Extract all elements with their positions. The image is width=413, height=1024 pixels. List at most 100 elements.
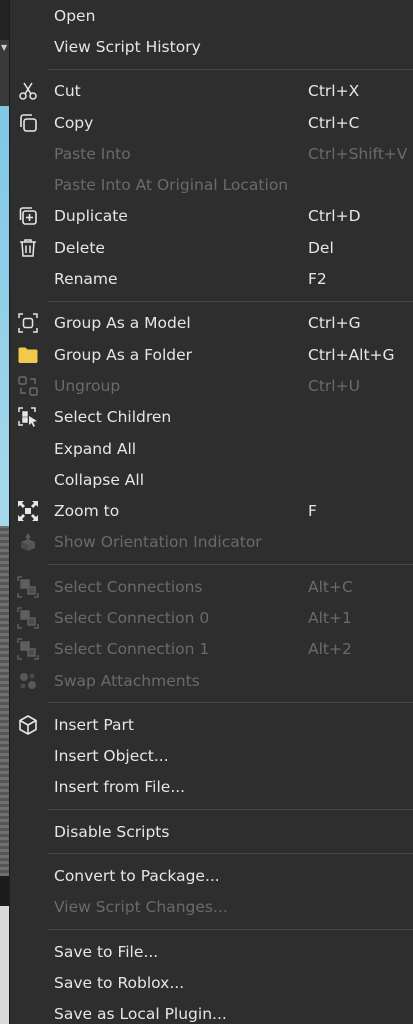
menu-item-paste-into[interactable]: Paste Into Ctrl+Shift+V [10,138,413,169]
menu-item-duplicate[interactable]: Duplicate Ctrl+D [10,201,413,232]
menu-item-select-connection-0[interactable]: Select Connection 0 Alt+1 [10,602,413,633]
menu-item-label: Duplicate [54,207,128,226]
duplicate-icon [17,205,39,227]
menu-item-shortcut: F [308,502,317,521]
menu-item-shortcut: Ctrl+X [308,82,360,101]
menu-item-open[interactable]: Open [10,0,413,31]
menu-item-label: Group As a Model [54,314,191,333]
menu-item-label: Swap Attachments [54,671,200,690]
menu-item-label: Group As a Folder [54,345,193,364]
background-toolbar [0,0,9,40]
menu-item-convert-to-package[interactable]: Convert to Package... [10,860,413,891]
menu-item-paste-into-original-location[interactable]: Paste Into At Original Location [10,169,413,200]
connections-icon [17,607,39,629]
menu-item-cut[interactable]: Cut Ctrl+X [10,76,413,107]
menu-item-view-script-history[interactable]: View Script History [10,31,413,62]
menu-item-label: Cut [54,82,81,101]
background-app-strip: ▼ [0,0,10,1024]
menu-separator [10,63,413,76]
menu-item-copy[interactable]: Copy Ctrl+C [10,107,413,138]
menu-item-select-connections[interactable]: Select Connections Alt+C [10,571,413,602]
chevron-down-icon: ▼ [1,43,8,52]
menu-item-expand-all[interactable]: Expand All [10,433,413,464]
menu-item-rename[interactable]: Rename F2 [10,263,413,294]
ungroup-icon [17,375,39,397]
menu-item-zoom-to[interactable]: Zoom to F [10,495,413,526]
menu-item-shortcut: Ctrl+D [308,207,361,226]
menu-separator [10,923,413,936]
menu-item-show-orientation-indicator[interactable]: Show Orientation Indicator [10,527,413,558]
menu-item-label: Save to File... [54,942,159,961]
menu-item-select-children[interactable]: Select Children [10,402,413,433]
menu-item-shortcut: Ctrl+C [308,113,360,132]
menu-item-shortcut: Alt+2 [308,640,352,659]
menu-item-label: Paste Into [54,144,131,163]
menu-item-shortcut: Del [308,238,334,257]
menu-item-label: View Script History [54,37,201,56]
menu-item-shortcut: Ctrl+Alt+G [308,345,395,364]
menu-item-label: Show Orientation Indicator [54,533,262,552]
menu-item-label: Expand All [54,439,137,458]
menu-item-shortcut: Alt+C [308,577,353,596]
menu-item-collapse-all[interactable]: Collapse All [10,464,413,495]
menu-separator [10,847,413,860]
menu-item-shortcut: Alt+1 [308,608,352,627]
menu-separator [10,803,413,816]
viewport-baseplate [0,526,9,876]
trash-icon [17,237,39,259]
connections-icon [17,638,39,661]
background-bottom-bar [0,876,9,906]
menu-item-ungroup[interactable]: Ungroup Ctrl+U [10,370,413,401]
copy-icon [17,112,39,134]
menu-item-delete[interactable]: Delete Del [10,232,413,263]
menu-item-label: Disable Scripts [54,822,170,841]
menu-item-label: Save as Local Plugin... [54,1005,227,1024]
menu-item-label: Copy [54,113,94,132]
menu-item-label: Select Children [54,408,172,427]
menu-item-disable-scripts[interactable]: Disable Scripts [10,816,413,847]
menu-item-save-as-local-plugin[interactable]: Save as Local Plugin... [10,999,413,1024]
menu-item-insert-part[interactable]: Insert Part [10,709,413,740]
viewport-sky [0,106,9,526]
menu-item-select-connection-1[interactable]: Select Connection 1 Alt+2 [10,634,413,665]
background-bottom-panel [0,876,9,1024]
menu-item-label: Paste Into At Original Location [54,176,289,195]
menu-item-label: Select Connection 0 [54,608,210,627]
menu-item-label: Ungroup [54,376,121,395]
menu-item-label: View Script Changes... [54,898,228,917]
context-menu: Open View Script History Cut Ctrl+X Copy… [10,0,413,1024]
menu-item-shortcut: Ctrl+G [308,314,361,333]
swap-attachments-icon [17,670,39,692]
connections-icon [17,575,39,598]
menu-item-shortcut: Ctrl+U [308,376,360,395]
scissors-icon [17,80,39,102]
menu-item-label: Select Connections [54,577,203,596]
menu-item-save-to-roblox[interactable]: Save to Roblox... [10,967,413,998]
orientation-icon [17,531,39,553]
menu-item-save-to-file[interactable]: Save to File... [10,936,413,967]
menu-item-label: Insert Object... [54,747,169,766]
background-panel-tab: ▼ [0,40,9,106]
menu-item-label: Insert Part [54,715,134,734]
menu-separator [10,295,413,308]
menu-item-label: Save to Roblox... [54,973,185,992]
select-children-icon [17,406,39,428]
menu-item-label: Rename [54,270,118,289]
menu-item-label: Delete [54,238,105,257]
menu-item-view-script-changes[interactable]: View Script Changes... [10,892,413,923]
menu-item-label: Insert from File... [54,778,186,797]
zoom-to-icon [17,500,39,522]
menu-item-shortcut: F2 [308,270,327,289]
menu-item-insert-object[interactable]: Insert Object... [10,741,413,772]
menu-item-label: Collapse All [54,470,145,489]
menu-item-label: Open [54,6,96,25]
part-cube-icon [17,714,39,736]
menu-item-group-as-model[interactable]: Group As a Model Ctrl+G [10,308,413,339]
menu-item-group-as-folder[interactable]: Group As a Folder Ctrl+Alt+G [10,339,413,370]
menu-item-swap-attachments[interactable]: Swap Attachments [10,665,413,696]
group-model-icon [17,312,39,334]
menu-item-insert-from-file[interactable]: Insert from File... [10,772,413,803]
menu-separator [10,558,413,571]
menu-item-label: Zoom to [54,502,120,521]
menu-item-label: Convert to Package... [54,867,220,886]
